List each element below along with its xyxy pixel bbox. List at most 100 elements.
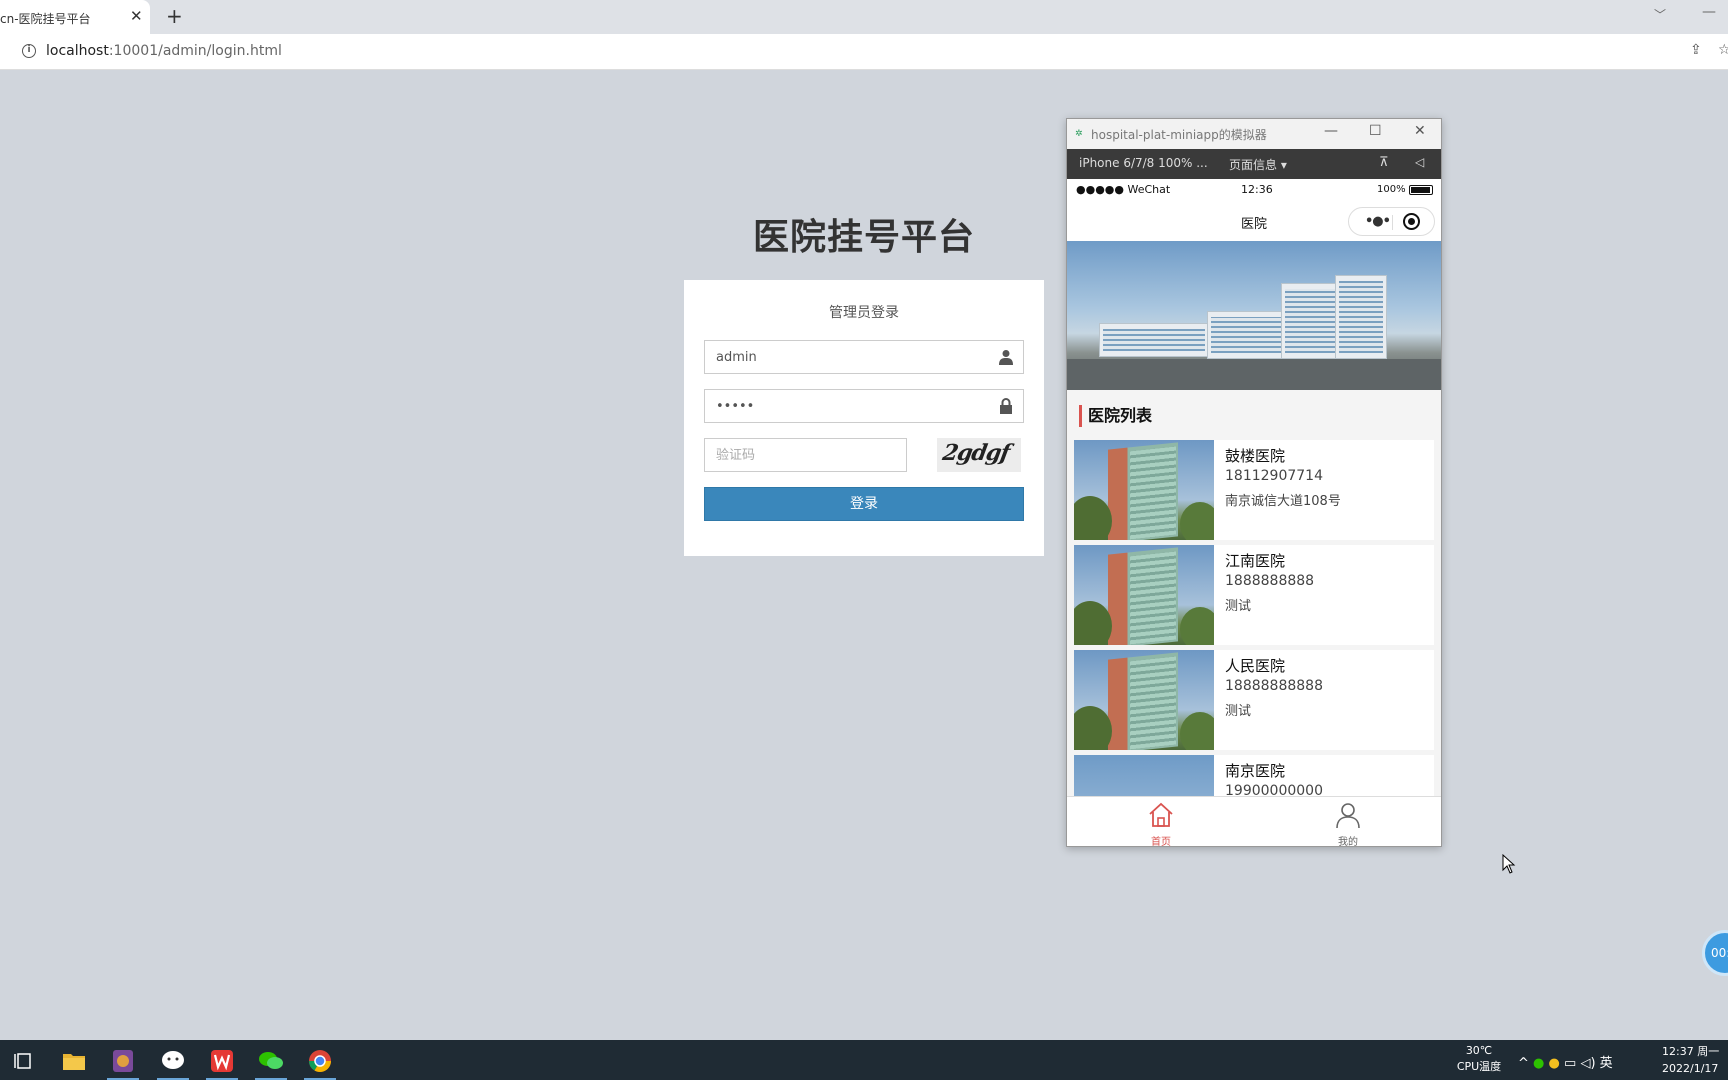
chrome-icon[interactable] bbox=[300, 1046, 340, 1080]
pin-icon[interactable]: ⊼ bbox=[1379, 155, 1389, 170]
info-icon[interactable]: i bbox=[22, 44, 36, 58]
building-windows bbox=[1103, 329, 1205, 351]
password-field[interactable] bbox=[704, 389, 1024, 423]
home-icon bbox=[1149, 802, 1173, 827]
hospital-image bbox=[1074, 545, 1214, 645]
wechat-icon[interactable] bbox=[251, 1046, 291, 1080]
page-info-dropdown[interactable]: 页面信息 ▾ bbox=[1229, 156, 1287, 173]
tray-app-icon[interactable]: ● bbox=[1549, 1056, 1560, 1071]
login-button[interactable]: 登录 bbox=[704, 487, 1024, 521]
game-app-icon[interactable] bbox=[103, 1046, 143, 1080]
tab-title: cn-医院挂号平台 bbox=[0, 12, 91, 26]
battery-percent: 100% bbox=[1377, 184, 1406, 195]
hospital-phone: 18888888888 bbox=[1225, 678, 1323, 694]
floating-timer-badge[interactable]: 00:0 bbox=[1702, 930, 1728, 976]
building-windows bbox=[1285, 289, 1335, 353]
username-input[interactable] bbox=[705, 341, 985, 373]
battery-icon bbox=[1409, 185, 1433, 195]
chevron-down-icon[interactable]: ﹀ bbox=[1654, 6, 1666, 23]
temperature-text: 30℃ bbox=[1465, 1044, 1493, 1057]
task-view-icon[interactable] bbox=[4, 1046, 44, 1076]
tab-mine[interactable]: 我的 bbox=[1308, 799, 1388, 847]
url-text[interactable]: localhost:10001/admin/login.html bbox=[46, 43, 282, 59]
minimize-icon[interactable]: — bbox=[1324, 123, 1338, 139]
mini-program-tabbar: 首页 我的 bbox=[1067, 796, 1441, 847]
address-bar[interactable]: i localhost:10001/admin/login.html ⇪ ☆ bbox=[0, 34, 1728, 70]
url-host: localhost bbox=[46, 43, 109, 59]
hospital-phone: 1888888888 bbox=[1225, 573, 1315, 589]
volume-icon[interactable]: ◁) bbox=[1580, 1056, 1595, 1071]
user-profile-icon bbox=[1336, 803, 1360, 829]
app-icon: ✲ bbox=[1075, 129, 1083, 139]
simulator-title: hospital-plat-miniapp的模拟器 bbox=[1091, 128, 1267, 142]
phone-screen: ●●●●● WeChat 12:36 100% 医院 •●• 医院列表 鼓楼医院… bbox=[1067, 179, 1441, 847]
device-selector[interactable]: iPhone 6/7/8 100% ... bbox=[1079, 156, 1208, 170]
system-tray: ^ ● ● ▭ ◁) 英 bbox=[1518, 1052, 1613, 1071]
username-field[interactable] bbox=[704, 340, 1024, 374]
more-icon[interactable]: •●• bbox=[1365, 214, 1391, 229]
hospital-address: 测试 bbox=[1225, 704, 1252, 719]
section-title: 医院列表 bbox=[1079, 405, 1152, 427]
chat-app-icon[interactable] bbox=[153, 1046, 193, 1080]
exit-miniprogram-icon[interactable] bbox=[1403, 213, 1420, 230]
hospital-card[interactable]: 鼓楼医院 18112907714 南京诚信大道108号 bbox=[1074, 440, 1434, 540]
login-subtitle: 管理员登录 bbox=[829, 305, 899, 321]
sound-icon[interactable]: ◁ bbox=[1415, 155, 1424, 169]
hospital-card[interactable]: 人民医院 18888888888 测试 bbox=[1074, 650, 1434, 750]
hospital-card[interactable]: 南京医院 19900000000 bbox=[1074, 755, 1434, 796]
tab-home[interactable]: 首页 bbox=[1121, 799, 1201, 847]
user-icon bbox=[999, 350, 1013, 365]
captcha-image[interactable]: 2gdgf bbox=[937, 438, 1021, 472]
close-icon[interactable]: ✕ bbox=[1414, 123, 1426, 139]
browser-tab[interactable]: cn-医院挂号平台 ✕ bbox=[0, 0, 150, 34]
hospital-name: 鼓楼医院 bbox=[1225, 447, 1286, 465]
captcha-input[interactable] bbox=[705, 439, 903, 471]
tab-mine-label: 我的 bbox=[1338, 837, 1358, 847]
temperature-label: CPU温度 bbox=[1456, 1060, 1502, 1073]
chevron-up-icon[interactable]: ^ bbox=[1518, 1056, 1529, 1071]
url-path: :10001/admin/login.html bbox=[108, 43, 282, 59]
hospital-address: 测试 bbox=[1225, 599, 1252, 614]
close-tab-icon[interactable]: ✕ bbox=[130, 7, 143, 25]
network-icon[interactable]: ▭ bbox=[1564, 1056, 1576, 1071]
tab-home-label: 首页 bbox=[1151, 837, 1171, 847]
simulator-toolbar: iPhone 6/7/8 100% ... 页面信息 ▾ ⊼ ◁ bbox=[1067, 149, 1441, 179]
file-explorer-icon[interactable] bbox=[54, 1046, 94, 1076]
signal-carrier: ●●●●● WeChat bbox=[1076, 183, 1171, 196]
simulator-titlebar[interactable]: ✲ hospital-plat-miniapp的模拟器 — ☐ ✕ bbox=[1067, 119, 1441, 149]
taskbar-clock[interactable]: 12:37 周一 2022/1/17 bbox=[1662, 1043, 1719, 1077]
bookmark-star-icon[interactable]: ☆ bbox=[1718, 42, 1728, 58]
hospital-image bbox=[1074, 440, 1214, 540]
simulator-window: ✲ hospital-plat-miniapp的模拟器 — ☐ ✕ iPhone… bbox=[1066, 118, 1442, 847]
capsule-divider bbox=[1392, 215, 1393, 230]
hospital-phone: 19900000000 bbox=[1225, 783, 1323, 796]
wechat-tray-icon[interactable]: ● bbox=[1533, 1056, 1544, 1071]
weather-widget[interactable]: 30℃ CPU温度 bbox=[1452, 1043, 1506, 1075]
hospital-image bbox=[1074, 755, 1214, 796]
new-tab-icon[interactable]: + bbox=[166, 4, 183, 28]
ime-indicator[interactable]: 英 bbox=[1600, 1056, 1613, 1071]
page-content[interactable]: 医院列表 鼓楼医院 18112907714 南京诚信大道108号 江南医院 18… bbox=[1067, 241, 1441, 796]
login-panel: 管理员登录 2gdgf 登录 bbox=[684, 280, 1044, 556]
browser-tab-strip: cn-医院挂号平台 ✕ + ﹀ — bbox=[0, 0, 1728, 34]
banner-image[interactable] bbox=[1067, 241, 1441, 390]
password-input[interactable] bbox=[705, 390, 985, 422]
hospital-address: 南京诚信大道108号 bbox=[1225, 494, 1341, 509]
lock-icon bbox=[1000, 398, 1012, 414]
maximize-icon[interactable]: ☐ bbox=[1369, 123, 1382, 139]
status-time: 12:36 bbox=[1241, 183, 1273, 196]
road-shape bbox=[1067, 359, 1441, 390]
wps-office-icon[interactable] bbox=[202, 1046, 242, 1080]
minimize-icon[interactable]: — bbox=[1702, 4, 1716, 20]
page-title: 医院挂号平台 bbox=[752, 217, 975, 258]
hospital-card[interactable]: 江南医院 1888888888 测试 bbox=[1074, 545, 1434, 645]
captcha-field[interactable] bbox=[704, 438, 907, 472]
clock-date: 2022/1/17 bbox=[1662, 1062, 1719, 1075]
clock-time: 12:37 周一 bbox=[1662, 1045, 1720, 1058]
mini-program-navbar: 医院 •●• bbox=[1067, 201, 1441, 241]
phone-status-bar: ●●●●● WeChat 12:36 100% bbox=[1067, 179, 1441, 201]
mouse-cursor-icon bbox=[1502, 854, 1516, 874]
hospital-image bbox=[1074, 650, 1214, 750]
share-icon[interactable]: ⇪ bbox=[1690, 42, 1702, 58]
hospital-phone: 18112907714 bbox=[1225, 468, 1323, 484]
